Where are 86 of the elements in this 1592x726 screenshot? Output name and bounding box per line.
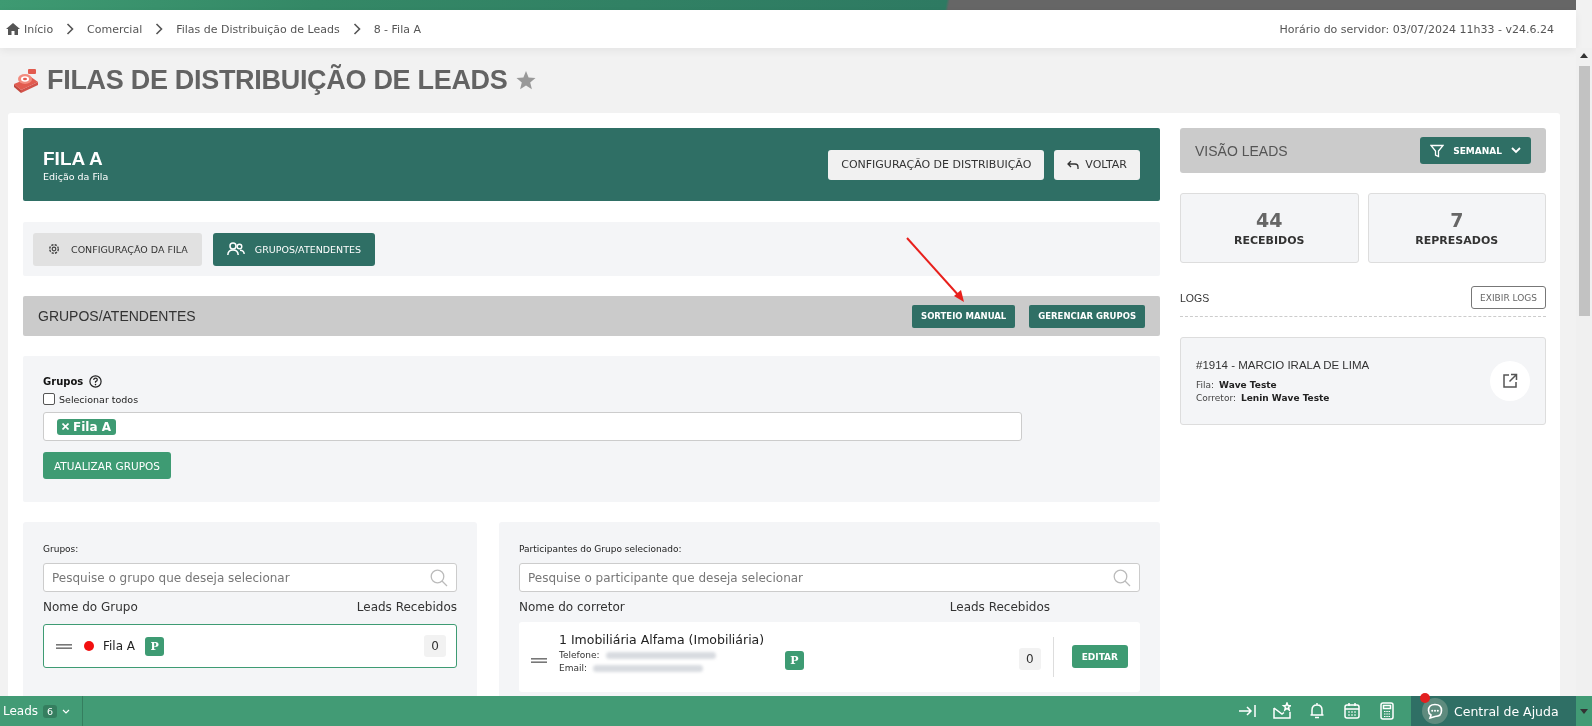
mail-star-icon — [1273, 702, 1291, 720]
server-time: Horário do servidor: 03/07/2024 11h33 - v24.6.24 — [1279, 22, 1554, 36]
column-header: Leads Recebidos — [949, 600, 1050, 614]
stat-value: 7 — [1450, 209, 1464, 231]
help-icon — [89, 375, 103, 388]
panel-label: Grupos: — [43, 544, 80, 554]
search-icon — [430, 569, 448, 587]
target-icon — [13, 67, 39, 94]
search-field[interactable]: Pesquise o grupo que deseja selecionar — [43, 563, 457, 592]
group-name: Fila A — [103, 639, 136, 653]
gear-icon — [47, 242, 61, 256]
scroll-down-icon — [1580, 708, 1588, 714]
calculator-icon — [1378, 702, 1396, 720]
chevron-down-icon — [1511, 147, 1521, 154]
log-field-value: Lenin Wave Teste — [1241, 393, 1330, 403]
toolbar-button[interactable] — [1377, 699, 1397, 723]
breadcrumb-link[interactable]: Comercial — [87, 22, 143, 36]
open-link-button[interactable] — [1490, 361, 1530, 401]
filter-icon — [1430, 143, 1445, 158]
back-button[interactable]: VOLTAR — [1054, 149, 1140, 180]
calendar-icon — [1343, 702, 1361, 720]
contact-label: Email: — [559, 663, 587, 673]
chevron-right-icon — [66, 23, 75, 35]
leads-menu-button[interactable]: Leads 6 — [0, 696, 84, 726]
overview-title: VISÃO LEADS — [1195, 142, 1288, 159]
help-center-button[interactable]: Central de Ajuda — [1411, 696, 1576, 726]
drag-handle-icon — [531, 658, 547, 663]
collapse-arrow-icon — [1238, 702, 1256, 720]
chevron-right-icon — [352, 23, 361, 35]
group-tag[interactable]: Fila A — [57, 418, 116, 435]
stat-label: REPRESADOS — [1415, 234, 1499, 247]
breadcrumb-link[interactable]: 8 - Fila A — [373, 22, 421, 36]
stat-label: RECEBIDOS — [1234, 234, 1305, 247]
bell-icon — [1308, 702, 1326, 720]
section-title: GRUPOS/ATENDENTES — [38, 308, 196, 324]
select-all-checkbox[interactable] — [43, 393, 55, 405]
leads-count-badge: 6 — [43, 704, 58, 718]
checkbox-label: Selecionar todos — [59, 393, 139, 405]
home-icon — [6, 23, 20, 35]
log-title: #1914 - MARCIO IRALA DE LIMA — [1196, 359, 1370, 371]
breadcrumb-link[interactable]: Filas de Distribuição de Leads — [176, 22, 340, 36]
distribution-config-button[interactable]: CONFIGURAÇÃO DE DISTRIBUIÇÃO — [828, 149, 1045, 180]
column-header: Nome do corretor — [519, 600, 625, 614]
manual-draw-button[interactable]: SORTEIO MANUAL — [912, 304, 1016, 328]
scroll-up-icon — [1580, 53, 1588, 58]
drag-handle-icon — [56, 643, 72, 649]
tab[interactable]: GRUPOS/ATENDENTES — [212, 232, 376, 266]
external-link-icon — [1502, 373, 1518, 389]
lead-count: 0 — [1019, 648, 1041, 670]
contact-label: Telefone: — [559, 650, 600, 660]
logs-title: LOGS — [1180, 291, 1210, 304]
column-header: Nome do Grupo — [43, 600, 138, 614]
return-arrow-icon — [1067, 160, 1080, 169]
log-field-label: Corretor: — [1196, 393, 1236, 403]
update-groups-button[interactable]: ATUALIZAR GRUPOS — [43, 452, 171, 479]
p-badge: P — [785, 651, 804, 670]
period-filter-button[interactable]: SEMANAL — [1420, 137, 1531, 164]
chevron-right-icon — [155, 23, 164, 35]
panel-label: Participantes do Grupo selecionado: — [519, 544, 683, 554]
column-header: Leads Recebidos — [356, 600, 457, 614]
manage-groups-button[interactable]: GERENCIAR GRUPOS — [1029, 304, 1145, 328]
chat-bubble-icon — [1422, 698, 1448, 724]
star-icon[interactable] — [515, 71, 536, 90]
stat-value: 44 — [1256, 209, 1283, 231]
participant-name: 1 Imobiliária Alfama (Imobiliária) — [559, 632, 766, 647]
field-label: Grupos — [43, 376, 84, 387]
tag-input-field[interactable]: Fila A — [43, 412, 1022, 441]
log-field-label: Fila: — [1196, 380, 1215, 390]
annotation-arrow — [905, 236, 967, 304]
remove-icon — [62, 423, 69, 430]
search-icon — [1113, 569, 1131, 587]
scrollbar-thumb[interactable] — [1578, 66, 1590, 316]
lead-count: 0 — [424, 635, 446, 657]
queue-title: FILA A — [43, 147, 104, 170]
page-title: FILAS DE DISTRIBUIÇÃO DE LEADS — [47, 65, 508, 96]
chevron-down-icon — [62, 708, 71, 714]
log-field-value: Wave Teste — [1219, 380, 1277, 390]
search-field[interactable]: Pesquise o participante que deseja selecionar — [519, 563, 1140, 592]
show-logs-button[interactable]: EXIBIR LOGS — [1471, 286, 1546, 309]
users-icon — [226, 242, 245, 256]
tab[interactable]: CONFIGURAÇÃO DA FILA — [33, 232, 202, 266]
p-badge: P — [145, 636, 165, 656]
group-row[interactable]: Fila A P 0 — [43, 624, 457, 668]
edit-button[interactable]: EDITAR — [1071, 645, 1128, 668]
breadcrumb-link[interactable]: Início — [6, 22, 54, 36]
queue-subtitle: Edição da Fila — [43, 170, 109, 182]
